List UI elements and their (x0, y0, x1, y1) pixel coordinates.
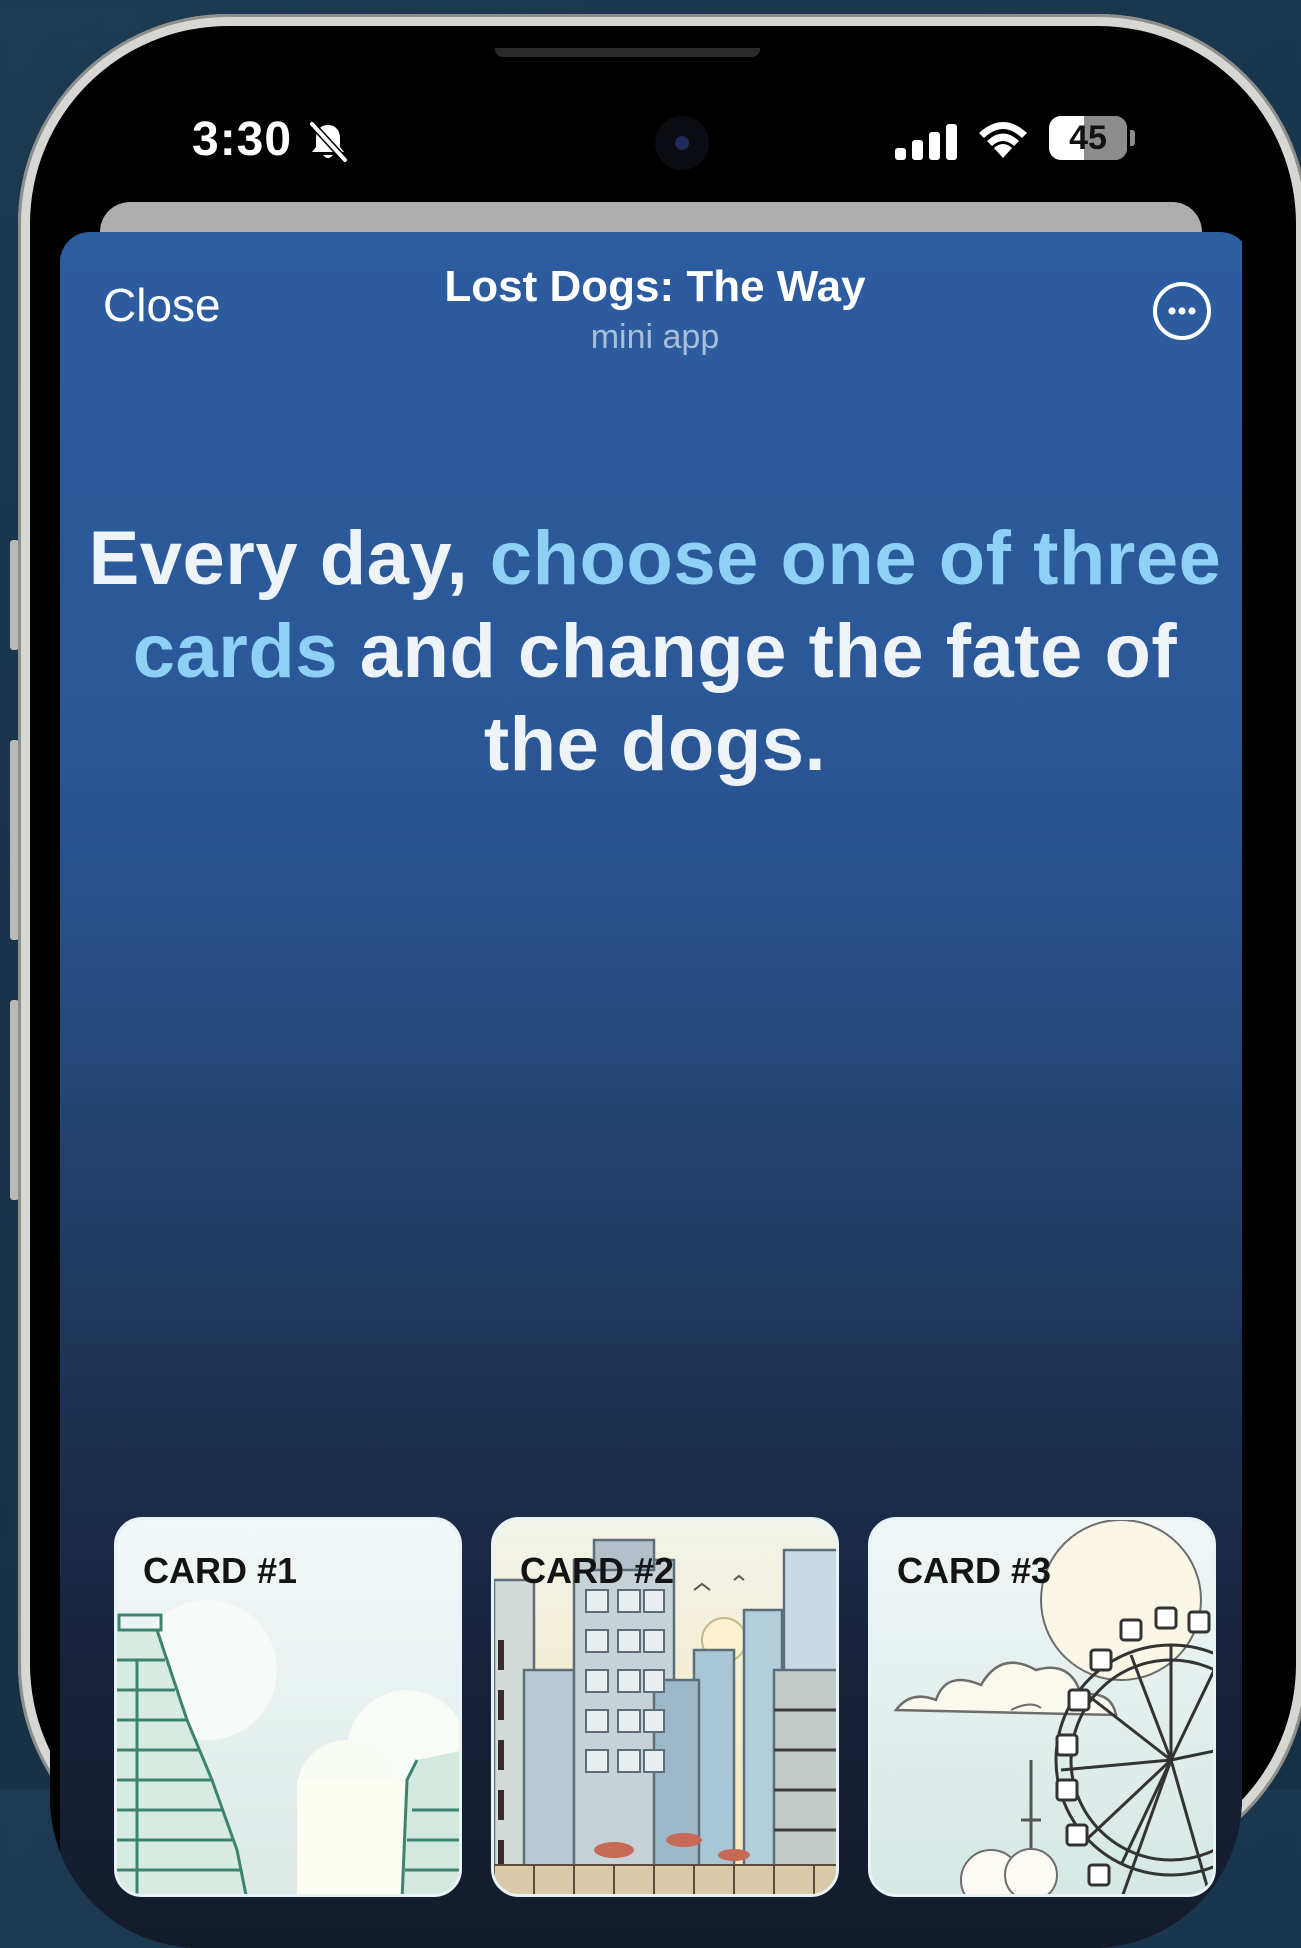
card-1[interactable]: CARD #1 (114, 1517, 462, 1897)
phone-screen: 3:30 45 Close Lost Dogs: The Way mini ap… (50, 48, 1242, 1948)
headline-part1: Every day, (88, 516, 490, 601)
app-title: Lost Dogs: The Way (444, 262, 866, 311)
wifi-icon (979, 122, 1027, 158)
more-button[interactable] (1153, 282, 1211, 340)
card-2-label: CARD #2 (520, 1550, 675, 1591)
top-edge (495, 48, 760, 57)
headline-part2: and change the fate of the dogs. (338, 609, 1178, 787)
mini-app-sheet: Close Lost Dogs: The Way mini app Every … (60, 232, 1242, 1948)
signal-icon (895, 124, 957, 160)
more-icon (1168, 307, 1196, 315)
card-3-label: CARD #3 (897, 1550, 1052, 1591)
app-subtitle: mini app (590, 318, 720, 356)
battery-level: 45 (1069, 119, 1107, 157)
card-1-label: CARD #1 (143, 1550, 298, 1591)
card-2[interactable]: CARD #2 (491, 1517, 839, 1897)
battery-icon: 45 (1049, 116, 1127, 160)
headline: Every day, choose one of three cards and… (80, 512, 1230, 791)
bell-slash-icon (309, 121, 348, 163)
front-camera (655, 116, 709, 170)
battery-cap (1130, 130, 1135, 146)
status-time: 3:30 (192, 113, 293, 166)
card-3[interactable]: CARD #3 (868, 1517, 1216, 1897)
